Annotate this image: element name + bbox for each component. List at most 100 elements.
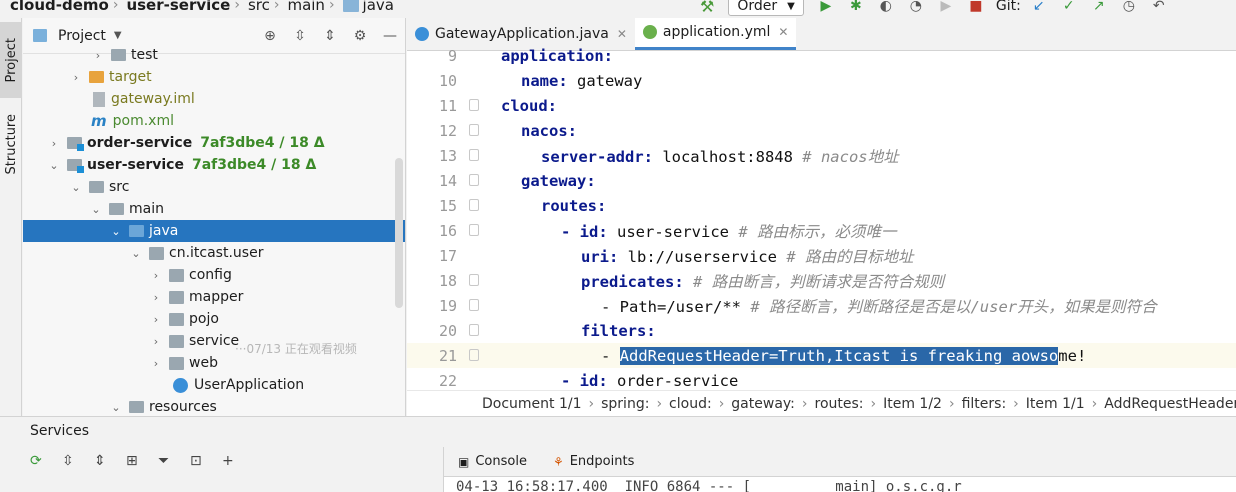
- tree-item-config[interactable]: › config: [23, 264, 405, 286]
- yaml-value: [684, 273, 693, 291]
- refresh-icon[interactable]: ⟳: [30, 453, 62, 469]
- git-label: Git:: [995, 0, 1021, 14]
- profile-icon[interactable]: ◔: [906, 0, 926, 14]
- group-icon[interactable]: ⊞: [126, 453, 158, 469]
- selected-text[interactable]: AddRequestHeader=Truth,Itcast is freakin…: [619, 346, 1059, 365]
- chevron-right-icon[interactable]: ›: [149, 291, 163, 304]
- path-segment[interactable]: routes:: [815, 396, 864, 412]
- breadcrumb-item[interactable]: java: [363, 0, 394, 14]
- tree-scrollbar[interactable]: [395, 158, 403, 308]
- path-segment[interactable]: Item 1/1: [1026, 396, 1085, 412]
- chevron-right-icon[interactable]: ›: [47, 137, 61, 150]
- close-icon[interactable]: ✕: [778, 25, 788, 39]
- tab-console[interactable]: ▣ Console: [458, 454, 527, 469]
- fold-marker-icon[interactable]: [469, 349, 479, 361]
- chevron-down-icon[interactable]: ⌄: [89, 203, 103, 216]
- tree-item-pojo[interactable]: › pojo: [23, 308, 405, 330]
- collapse-all-icon[interactable]: ⇕: [94, 453, 126, 469]
- debug-icon[interactable]: ✱: [846, 0, 866, 14]
- fold-marker-icon[interactable]: [469, 124, 479, 136]
- gear-icon[interactable]: ⚙: [345, 28, 375, 44]
- collapse-all-icon[interactable]: ⇕: [315, 28, 345, 44]
- tree-item-target[interactable]: › target: [23, 66, 405, 88]
- path-segment[interactable]: Document 1/1: [482, 396, 582, 412]
- tree-item-src[interactable]: ⌄ src: [23, 176, 405, 198]
- breadcrumb-item[interactable]: cloud-demo: [10, 0, 109, 14]
- chevron-right-icon[interactable]: ›: [149, 357, 163, 370]
- run-config-select[interactable]: Order ▼: [728, 0, 804, 16]
- chevron-right-icon[interactable]: ›: [149, 313, 163, 326]
- new-tab-icon[interactable]: ⊡: [190, 453, 222, 469]
- locate-icon[interactable]: ⊕: [255, 28, 285, 44]
- chevron-down-icon[interactable]: ⌄: [69, 181, 83, 194]
- line-number: 21: [438, 346, 457, 365]
- tab-project[interactable]: Project: [0, 22, 22, 98]
- git-update-icon[interactable]: ↙: [1029, 0, 1049, 14]
- tree-item-pom[interactable]: m pom.xml: [23, 110, 405, 132]
- run-icon[interactable]: ▶: [816, 0, 836, 14]
- coverage-icon[interactable]: ◐: [876, 0, 896, 14]
- rollback-icon[interactable]: ↶: [1149, 0, 1169, 14]
- path-segment[interactable]: AddRequestHeader=: [1104, 396, 1236, 412]
- tree-item-resources[interactable]: ⌄ resources: [23, 396, 405, 416]
- expand-all-icon[interactable]: ⇳: [62, 453, 94, 469]
- breadcrumb-item[interactable]: src: [248, 0, 270, 14]
- fold-marker-icon[interactable]: [469, 99, 479, 111]
- fold-marker-icon[interactable]: [469, 274, 479, 286]
- tree-item-main[interactable]: ⌄ main: [23, 198, 405, 220]
- minimize-icon[interactable]: —: [375, 28, 405, 44]
- path-segment[interactable]: cloud:: [669, 396, 712, 412]
- history-icon[interactable]: ◷: [1119, 0, 1139, 14]
- yaml-key: - id:: [561, 371, 608, 390]
- tab-label: Console: [475, 454, 527, 469]
- chevron-down-icon[interactable]: ⌄: [109, 225, 123, 238]
- git-commit-icon[interactable]: ✓: [1059, 0, 1079, 14]
- tree-item-java[interactable]: ⌄ java: [23, 220, 405, 242]
- build-hammer-icon[interactable]: ⚒: [700, 0, 714, 16]
- add-icon[interactable]: +: [222, 453, 254, 469]
- path-segment[interactable]: filters:: [962, 396, 1007, 412]
- code-editor[interactable]: 9 application: 10 name: gateway 11 cloud…: [407, 47, 1236, 390]
- spring-class-icon: [173, 377, 188, 393]
- module-icon: [67, 137, 84, 151]
- close-icon[interactable]: ✕: [617, 27, 627, 41]
- chevron-right-icon[interactable]: ›: [69, 71, 83, 84]
- tree-item-user-service[interactable]: ⌄ user-service 7af3dbe4 / 18 Δ: [23, 154, 405, 176]
- tree-item-order-service[interactable]: › order-service 7af3dbe4 / 18 Δ: [23, 132, 405, 154]
- tab-endpoints[interactable]: ⚘ Endpoints: [553, 454, 634, 469]
- fold-marker-icon[interactable]: [469, 174, 479, 186]
- git-push-icon[interactable]: ↗: [1089, 0, 1109, 14]
- fold-marker-icon[interactable]: [469, 324, 479, 336]
- path-segment[interactable]: gateway:: [731, 396, 795, 412]
- stop-icon[interactable]: ■: [966, 0, 986, 14]
- chevron-down-icon[interactable]: ⌄: [109, 401, 123, 414]
- chevron-right-icon: ›: [328, 0, 335, 13]
- chevron-right-icon[interactable]: ›: [149, 335, 163, 348]
- tree-item-test[interactable]: › test: [23, 44, 405, 66]
- chevron-down-icon[interactable]: ▼: [114, 30, 122, 41]
- tree-item-userapplication[interactable]: UserApplication: [23, 374, 405, 396]
- chevron-down-icon[interactable]: ⌄: [129, 247, 143, 260]
- line-number: 14: [438, 171, 457, 190]
- yaml-key: routes:: [541, 196, 607, 215]
- chevron-right-icon[interactable]: ›: [149, 269, 163, 282]
- fold-marker-icon[interactable]: [469, 149, 479, 161]
- breadcrumb-item[interactable]: main: [287, 0, 324, 14]
- tree-item-gateway-iml[interactable]: gateway.iml: [23, 88, 405, 110]
- path-segment[interactable]: Item 1/2: [883, 396, 942, 412]
- more-run-icon[interactable]: ▶: [936, 0, 956, 14]
- breadcrumb-item[interactable]: user-service: [126, 0, 230, 14]
- chevron-down-icon[interactable]: ⌄: [47, 159, 61, 172]
- project-panel-title[interactable]: Project: [58, 28, 106, 44]
- chevron-right-icon[interactable]: ›: [91, 49, 105, 62]
- fold-marker-icon[interactable]: [469, 299, 479, 311]
- chevron-right-icon: ›: [234, 0, 240, 13]
- path-segment[interactable]: spring:: [601, 396, 649, 412]
- filter-icon[interactable]: ⏷: [158, 453, 190, 469]
- tab-structure[interactable]: Structure: [0, 106, 22, 182]
- tree-item-cn-itcast-user[interactable]: ⌄ cn.itcast.user: [23, 242, 405, 264]
- fold-marker-icon[interactable]: [469, 224, 479, 236]
- tree-item-mapper[interactable]: › mapper: [23, 286, 405, 308]
- expand-all-icon[interactable]: ⇳: [285, 28, 315, 44]
- fold-marker-icon[interactable]: [469, 199, 479, 211]
